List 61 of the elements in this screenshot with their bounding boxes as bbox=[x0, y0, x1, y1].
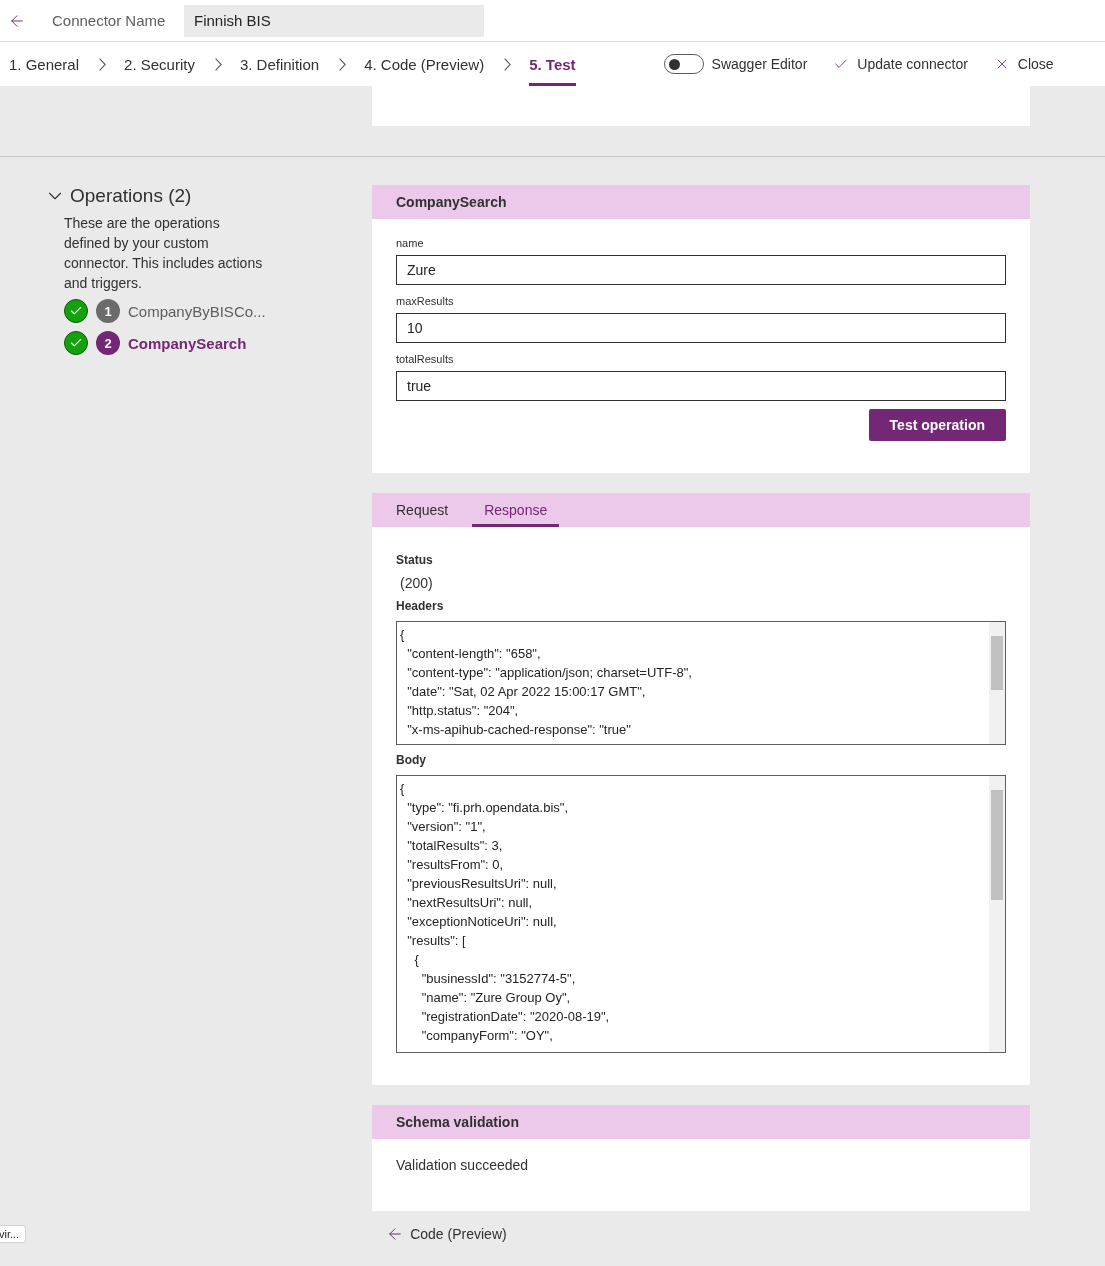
previous-step-link[interactable]: Code (Preview) bbox=[386, 1225, 507, 1243]
code-line: "date": "Sat, 02 Apr 2022 15:00:17 GMT", bbox=[406, 683, 646, 701]
code-line: "exceptionNoticeUri": null, bbox=[406, 913, 557, 931]
code-line: "registrationDate": "2020-08-19", bbox=[420, 1008, 610, 1026]
code-line: "x-ms-apihub-cached-response": "true" bbox=[406, 721, 631, 739]
response-tab[interactable]: Request bbox=[384, 493, 461, 527]
number-badge: 1 bbox=[96, 299, 120, 323]
chevron-right-icon bbox=[214, 57, 222, 71]
code-line: "totalResults": 3, bbox=[406, 837, 503, 855]
code-line: "type": "fi.prh.opendata.bis", bbox=[406, 799, 569, 817]
toggle-label: Swagger Editor bbox=[711, 56, 808, 72]
chevron-right-icon bbox=[99, 57, 107, 71]
operation-item[interactable]: 1 CompanyByBISCo... bbox=[64, 299, 266, 323]
code-line: "previousResultsUri": null, bbox=[406, 875, 557, 893]
input-field[interactable]: 10 bbox=[396, 313, 1006, 343]
body-text-area[interactable] bbox=[396, 775, 1006, 1053]
code-line: "content-type": "application/json; charset=UTF-8", bbox=[406, 664, 692, 682]
code-line: "results": [ bbox=[406, 932, 466, 950]
update-connector-button[interactable]: Update connector bbox=[833, 56, 968, 72]
code-line: "businessId": "3152774-5", bbox=[420, 970, 576, 988]
scrollbar-drawing[interactable] bbox=[989, 622, 1005, 744]
code-line: "nextResultsUri": null, bbox=[406, 894, 533, 912]
code-line: "companyForm": "OY", bbox=[420, 1027, 553, 1045]
status-text: (200) bbox=[400, 575, 434, 591]
code-line: "resultsFrom": 0, bbox=[406, 856, 504, 874]
scrollbar-drawing[interactable] bbox=[989, 776, 1005, 1052]
code-line: { bbox=[400, 626, 405, 644]
code-line: "http.status": "204", bbox=[406, 702, 519, 720]
chevron-right-icon bbox=[504, 57, 512, 71]
response-tab[interactable]: Response bbox=[472, 493, 560, 527]
operations-header[interactable]: Operations (2) bbox=[44, 185, 192, 207]
field-label: totalResults bbox=[396, 353, 455, 365]
operation-item[interactable]: 2 CompanySearch bbox=[64, 331, 247, 355]
toggle-switch[interactable] bbox=[663, 54, 704, 74]
connector-name-field[interactable]: Finnish BIS bbox=[184, 4, 484, 37]
chevron-right-icon bbox=[339, 57, 347, 71]
input-field[interactable]: Zure bbox=[396, 255, 1006, 285]
headers-label: Headers bbox=[396, 599, 445, 613]
step-tab[interactable]: 3. Definition bbox=[239, 42, 320, 86]
close-button[interactable]: Close bbox=[993, 56, 1054, 72]
code-line: "content-length": "658", bbox=[406, 645, 541, 663]
step-tab[interactable]: 4. Code (Preview) bbox=[364, 42, 485, 86]
code-line: { bbox=[413, 951, 419, 969]
input-field[interactable]: true bbox=[396, 371, 1006, 401]
body-label: Body bbox=[396, 753, 427, 767]
field-label: maxResults bbox=[396, 295, 455, 307]
code-line: "name": "Zure Group Oy", bbox=[420, 989, 571, 1007]
card-title: CompanySearch bbox=[372, 185, 1030, 219]
code-line: { bbox=[400, 780, 405, 798]
headers-text-area[interactable]: { "content-length": "658", "content-type": "application/json; charset=UTF-8", "date": "Sat, 02 Apr 2022 15:00:17 GMT", "http.status": "204", "x-ms-apihub-cached-response": "true" bbox=[396, 621, 1006, 745]
operations-description: These are the operations defined by your custom connector. This includes actions and triggers. bbox=[64, 214, 264, 293]
connector-name-label: Connector Name bbox=[52, 12, 167, 29]
card-title: Schema validation bbox=[372, 1105, 1030, 1139]
validation-message: Validation succeeded bbox=[396, 1157, 530, 1173]
field-label: name bbox=[396, 237, 425, 249]
step-tab[interactable]: 2. Security bbox=[124, 42, 195, 86]
code-line: "version": "1", bbox=[406, 818, 486, 836]
number-badge: 2 bbox=[96, 331, 120, 355]
test-operation-button[interactable]: Test operation bbox=[868, 409, 1006, 441]
status-label: Status bbox=[396, 553, 434, 567]
step-tab[interactable]: 1. General bbox=[9, 42, 80, 86]
